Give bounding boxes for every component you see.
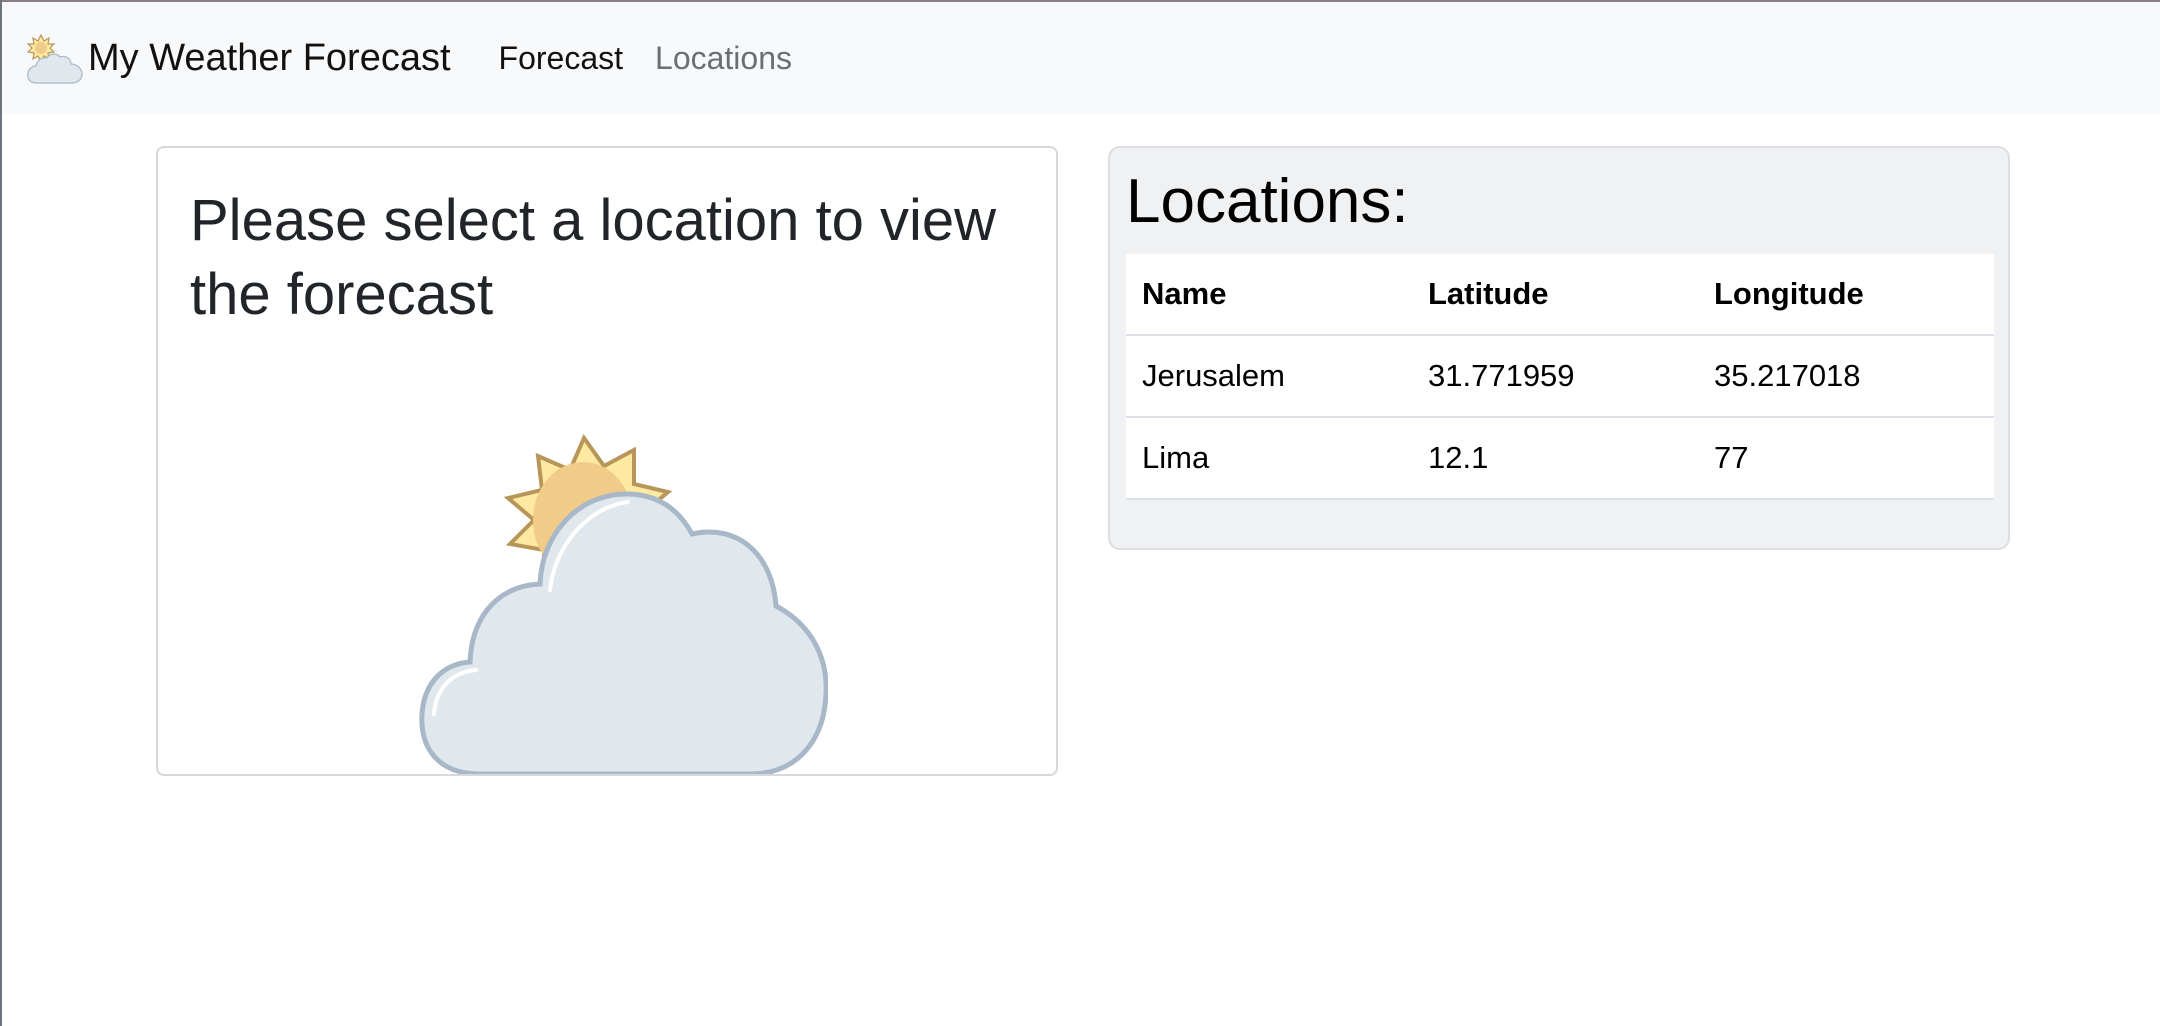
partly-cloudy-icon [419,433,828,774]
locations-panel: Locations: Name Latitude Longitude Jerus… [1108,146,2010,550]
cloud [419,491,828,774]
cell-longitude: 77 [1698,417,1994,500]
nav-link-forecast[interactable]: Forecast [499,40,623,77]
cell-name: Jerusalem [1126,335,1412,418]
partly-cloudy-logo-icon [26,33,83,84]
logo-cloud [27,53,83,84]
column-header-name: Name [1126,254,1412,336]
cell-name: Lima [1126,417,1412,500]
nav-link-locations[interactable]: Locations [655,40,792,77]
column-header-latitude: Latitude [1412,254,1698,336]
forecast-panel: Please select a location to view the for… [156,146,1058,776]
table-row-jerusalem[interactable]: Jerusalem 31.771959 35.217018 [1126,335,1994,418]
nav-links: Forecast Locations [499,40,824,77]
locations-table-head: Name Latitude Longitude [1126,254,1994,336]
table-header-row: Name Latitude Longitude [1126,254,1994,336]
logo-sun-core [35,42,47,54]
brand-title: My Weather Forecast [88,36,451,79]
cell-longitude: 35.217018 [1698,335,1994,418]
cell-latitude: 12.1 [1412,417,1698,500]
cell-latitude: 31.771959 [1412,335,1698,418]
navbar: My Weather Forecast Forecast Locations [2,2,2160,114]
column-header-longitude: Longitude [1698,254,1994,336]
table-row-lima[interactable]: Lima 12.1 77 [1126,417,1994,500]
forecast-prompt-title: Please select a location to view the for… [190,188,996,327]
locations-title: Locations: [1126,167,1409,236]
page: My Weather Forecast Forecast Locations P… [0,0,2160,1026]
locations-table-body: Jerusalem 31.771959 35.217018 Lima 12.1 … [1126,335,1994,500]
brand-link[interactable]: My Weather Forecast [26,31,451,85]
locations-table: Name Latitude Longitude Jerusalem 31.771… [1126,254,1994,500]
